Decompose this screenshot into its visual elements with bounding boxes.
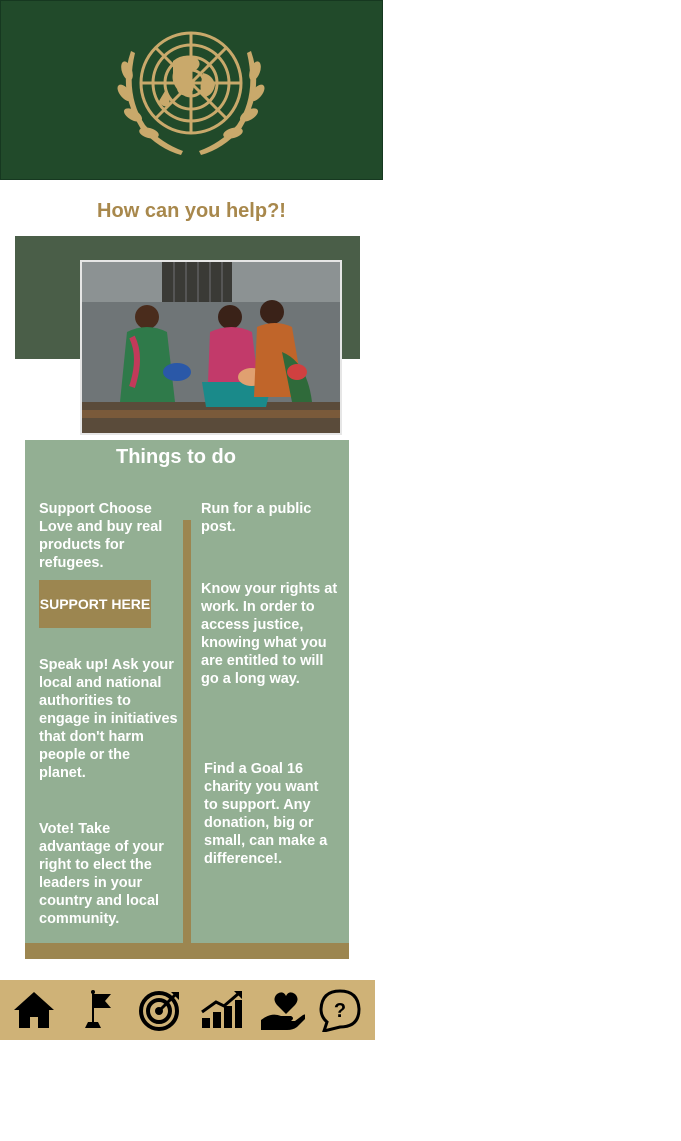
help-heading: How can you help?! [97,200,286,222]
growth-chart-icon[interactable] [198,988,244,1032]
support-here-button[interactable]: SUPPORT HERE [39,580,151,628]
right-item-charity: Find a Goal 16 charity you want to suppo… [204,761,328,867]
mothers-with-babies-photo [80,260,342,435]
un-emblem-icon [117,31,265,155]
left-item-refugees: Support Choose Love and buy real product… [39,501,163,571]
question-bubble-icon[interactable]: ? [318,988,364,1034]
flag-icon[interactable] [75,988,121,1032]
right-item-public-post: Run for a public post. [201,501,312,535]
svg-text:?: ? [334,1000,346,1022]
bottom-nav-bar: ? [0,980,375,1040]
column-divider [183,520,191,943]
header-banner [0,0,383,180]
panel-bottom-bar [25,943,349,959]
left-item-speak-up: Speak up! Ask your local and national au… [39,657,178,781]
heart-hand-icon[interactable] [259,988,307,1032]
target-icon[interactable] [137,988,183,1032]
right-item-rights-at-work: Know your rights at work. In order to ac… [201,581,338,687]
home-icon[interactable] [11,988,57,1032]
things-to-do-heading: Things to do [116,446,236,468]
left-item-vote: Vote! Take advantage of your right to el… [39,821,164,927]
